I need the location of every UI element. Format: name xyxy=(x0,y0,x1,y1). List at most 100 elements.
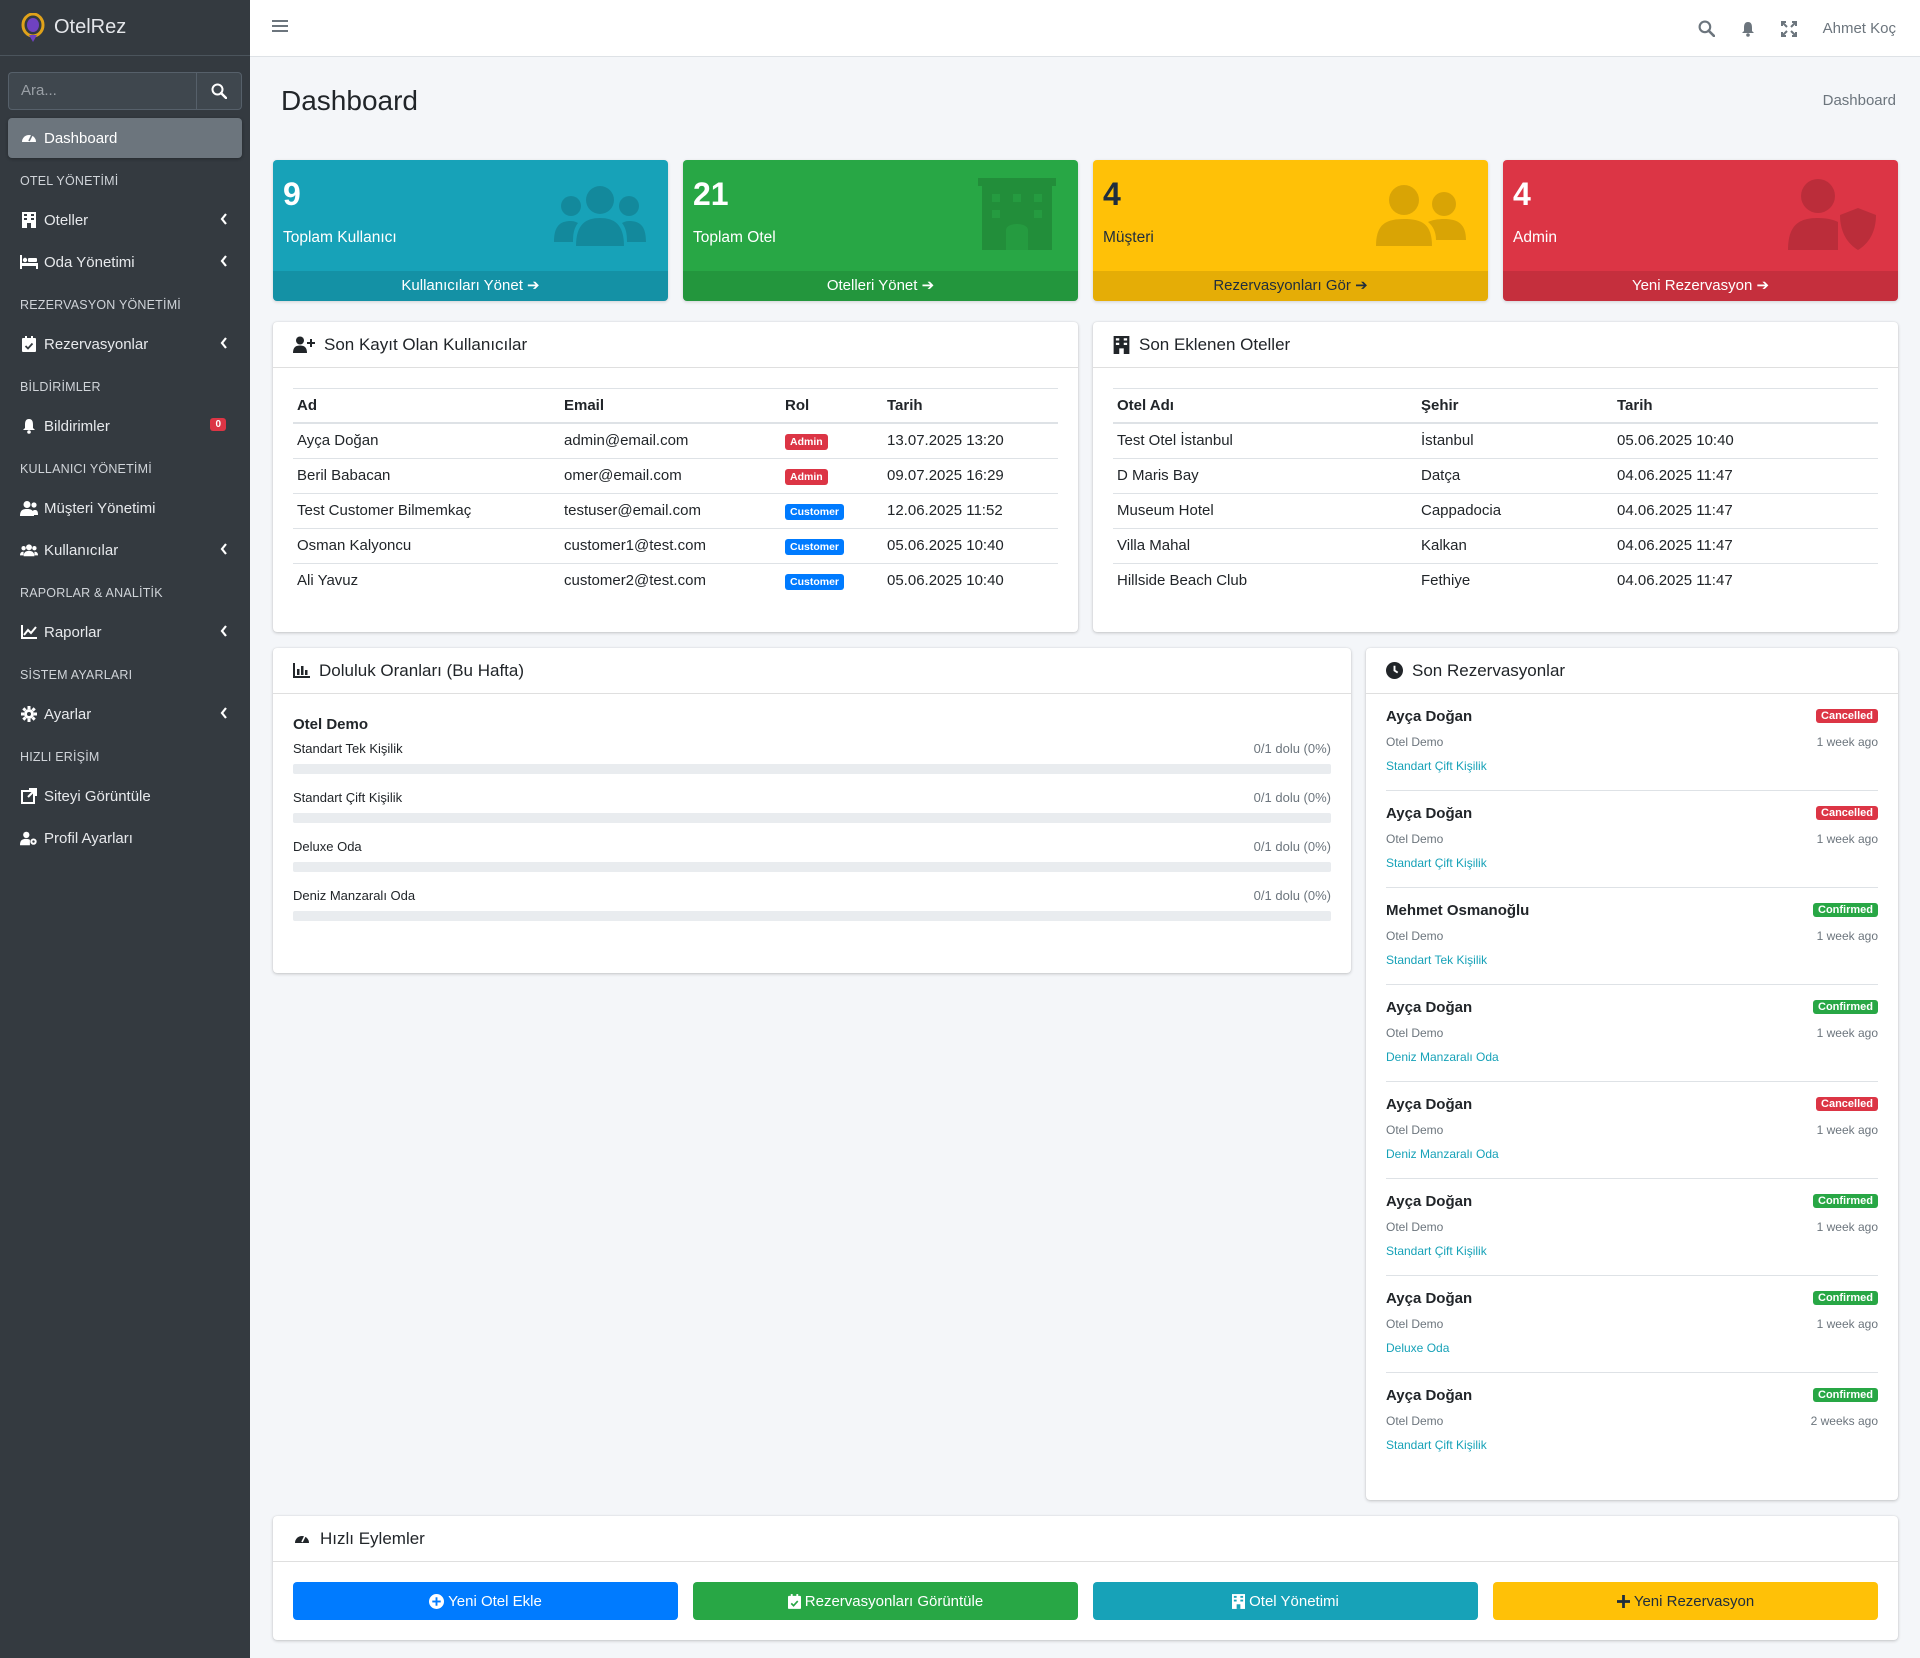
nav-header-rapor: RAPORLAR & ANALİTİK xyxy=(20,586,163,600)
breadcrumb[interactable]: Dashboard xyxy=(1823,92,1896,109)
sidebar-search-button[interactable] xyxy=(196,72,242,110)
time-ago: 2 weeks ago xyxy=(1810,1414,1878,1428)
table-row: Test Customer Bilmemkaç testuser@email.co… xyxy=(293,492,1058,528)
time-ago: 1 week ago xyxy=(1816,1026,1878,1040)
hamburger-menu-icon[interactable] xyxy=(272,19,288,33)
sidebar-item-dashboard[interactable]: Dashboard xyxy=(8,118,242,158)
stat-footer-link[interactable]: Otelleri Yönet ➔ xyxy=(683,271,1078,301)
occupancy-room: Deluxe Oda 0/1 dolu (0%) xyxy=(293,839,1331,872)
reservation-item[interactable]: Ayça Doğan Otel Demo Standart Çift Kişilik… xyxy=(1386,1179,1878,1276)
reservation-item[interactable]: Ayça Doğan Otel Demo Deniz Manzaralı Oda Ca… xyxy=(1386,1082,1878,1179)
user-date: 13.07.2025 13:20 xyxy=(887,432,1004,450)
arrow-circle-right-icon: ➔ xyxy=(527,277,540,294)
stat-value: 9 xyxy=(283,176,301,212)
column-header: Rol xyxy=(781,388,883,424)
table-row: D Maris Bay Datça 04.06.2025 11:47 xyxy=(1113,457,1878,493)
hotel-name: Otel Demo xyxy=(1386,1414,1444,1428)
guest-name: Ayça Doğan xyxy=(1386,708,1473,725)
view-reservations-button[interactable]: Rezervasyonları Görüntüle xyxy=(693,1582,1078,1620)
user-cog-icon xyxy=(20,829,38,847)
room-type: Standart Tek Kişilik xyxy=(1386,953,1488,967)
users-icon xyxy=(20,541,38,559)
user-date: 09.07.2025 16:29 xyxy=(883,457,1058,493)
user-role-cell: Admin xyxy=(781,423,883,458)
reservation-item[interactable]: Ayça Doğan Otel Demo Standart Çift Kişilik… xyxy=(1386,694,1878,791)
sidebar-item-musteri[interactable]: Müşteri Yönetimi xyxy=(8,488,242,528)
hotel-city: İstanbul xyxy=(1421,432,1474,450)
new-reservation-button[interactable]: Yeni Rezervasyon xyxy=(1493,1582,1878,1620)
stat-footer-link[interactable]: Rezervasyonları Gör ➔ xyxy=(1093,271,1488,301)
status-badge: Cancelled xyxy=(1816,709,1878,723)
stat-footer-label: Rezervasyonları Gör xyxy=(1213,277,1351,294)
arrow-circle-right-icon: ➔ xyxy=(1355,277,1368,294)
status-badge: Confirmed xyxy=(1813,1194,1878,1208)
sidebar-item-siteyi[interactable]: Siteyi Görüntüle xyxy=(8,776,242,816)
bell-icon[interactable] xyxy=(1741,21,1755,37)
sidebar-item-oda[interactable]: Oda Yönetimi xyxy=(8,242,242,282)
search-icon[interactable] xyxy=(1698,20,1715,37)
sidebar-item-profil[interactable]: Profil Ayarları xyxy=(8,818,242,858)
user-date: 12.06.2025 11:52 xyxy=(883,492,1058,528)
card-title: Son Rezervasyonlar xyxy=(1412,660,1566,680)
recent-users-table: Ad Email Rol Tarih Ayça Doğan admin@email… xyxy=(293,388,1058,598)
sidebar-item-ayarlar[interactable]: Ayarlar xyxy=(8,694,242,734)
sidebar-item-label: Ayarlar xyxy=(44,705,92,723)
stat-box-users: 9 Toplam Kullanıcı Kullanıcıları Yönet ➔ xyxy=(273,160,668,301)
recent-users-card: Son Kayıt Olan Kullanıcılar Ad Email Rol… xyxy=(273,322,1078,632)
hotel-management-button[interactable]: Otel Yönetimi xyxy=(1093,1582,1478,1620)
reservation-item[interactable]: Ayça Doğan Otel Demo Standart Çift Kişilik… xyxy=(1386,791,1878,888)
sidebar-item-rezervasyonlar[interactable]: Rezervasyonlar xyxy=(8,324,242,364)
fullscreen-icon[interactable] xyxy=(1780,20,1797,37)
external-link-icon xyxy=(20,787,38,805)
building-icon xyxy=(1232,1593,1246,1609)
card-header: Son Rezervasyonlar xyxy=(1366,648,1898,694)
stat-footer-link[interactable]: Yeni Rezervasyon ➔ xyxy=(1503,271,1898,301)
user-name: Beril Babacan xyxy=(293,457,560,493)
table-row: Osman Kalyoncu customer1@test.com Customer… xyxy=(293,527,1058,563)
nav-header-rezervasyon: REZERVASYON YÖNETİMİ xyxy=(20,298,181,312)
user-tie-icon xyxy=(20,499,38,517)
user-name-link[interactable]: Ahmet Koç xyxy=(1823,20,1896,37)
sidebar-item-oteller[interactable]: Oteller xyxy=(8,200,242,240)
user-shield-icon xyxy=(1788,179,1876,250)
status-badge: Cancelled xyxy=(1816,806,1878,820)
stat-footer-link[interactable]: Kullanıcıları Yönet ➔ xyxy=(273,271,668,301)
user-name: Ali Yavuz xyxy=(293,562,560,598)
card-header: Doluluk Oranları (Bu Hafta) xyxy=(273,648,1351,694)
tachometer-icon xyxy=(293,1531,311,1547)
building-icon xyxy=(20,211,38,229)
table-row: Beril Babacan omer@email.com Admin 09.07.20… xyxy=(293,457,1058,493)
recent-reservations-card: Son Rezervasyonlar Ayça Doğan Otel Demo St… xyxy=(1366,648,1898,1500)
button-label: Yeni Otel Ekle xyxy=(448,1592,542,1610)
occupancy-hotel-name: Otel Demo xyxy=(293,716,369,733)
hotel-name: Villa Mahal xyxy=(1113,527,1417,563)
reservation-item[interactable]: Ayça Doğan Otel Demo Deluxe Oda Confirmed 1 … xyxy=(1386,1276,1878,1373)
time-ago: 1 week ago xyxy=(1816,1220,1878,1234)
chart-bar-icon xyxy=(293,663,310,678)
occupancy-card: Doluluk Oranları (Bu Hafta) Otel Demo St… xyxy=(273,648,1351,973)
table-row: Hillside Beach Club Fethiye 04.06.2025 11:… xyxy=(1113,562,1878,598)
nav-header-sistem: SİSTEM AYARLARI xyxy=(20,668,133,682)
button-label: Yeni Rezervasyon xyxy=(1633,1592,1755,1610)
sidebar-item-label: Kullanıcılar xyxy=(44,541,119,559)
tachometer-icon xyxy=(20,129,38,147)
nav-header-kullanici: KULLANICI YÖNETİMİ xyxy=(20,462,152,476)
time-ago: 1 week ago xyxy=(1816,832,1878,846)
building-icon xyxy=(1113,335,1130,354)
brand[interactable]: OtelRez xyxy=(0,0,250,56)
new-hotel-button[interactable]: Yeni Otel Ekle xyxy=(293,1582,678,1620)
sidebar-item-kullanicilar[interactable]: Kullanıcılar xyxy=(8,530,242,570)
sidebar-item-raporlar[interactable]: Raporlar xyxy=(8,612,242,652)
room-name: Standart Çift Kişilik xyxy=(293,790,403,805)
sidebar-item-bildirimler[interactable]: Bildirimler 0 xyxy=(8,406,242,446)
reservation-item[interactable]: Ayça Doğan Otel Demo Deniz Manzaralı Oda Co… xyxy=(1386,985,1878,1082)
gear-icon xyxy=(20,705,38,723)
reservation-item[interactable]: Mehmet Osmanoğlu Otel Demo Standart Tek Ki… xyxy=(1386,888,1878,985)
occupancy-value: 0/1 dolu (0%) xyxy=(1253,839,1331,854)
sidebar-search-input[interactable]: Ara... xyxy=(8,72,196,110)
time-ago: 1 week ago xyxy=(1816,1123,1878,1137)
hotel-name: Otel Demo xyxy=(1386,832,1444,846)
table-row: Villa Mahal Kalkan 04.06.2025 11:47 xyxy=(1113,527,1878,563)
user-email: customer2@test.com xyxy=(560,562,781,598)
reservation-item[interactable]: Ayça Doğan Otel Demo Standart Çift Kişilik… xyxy=(1386,1373,1878,1470)
